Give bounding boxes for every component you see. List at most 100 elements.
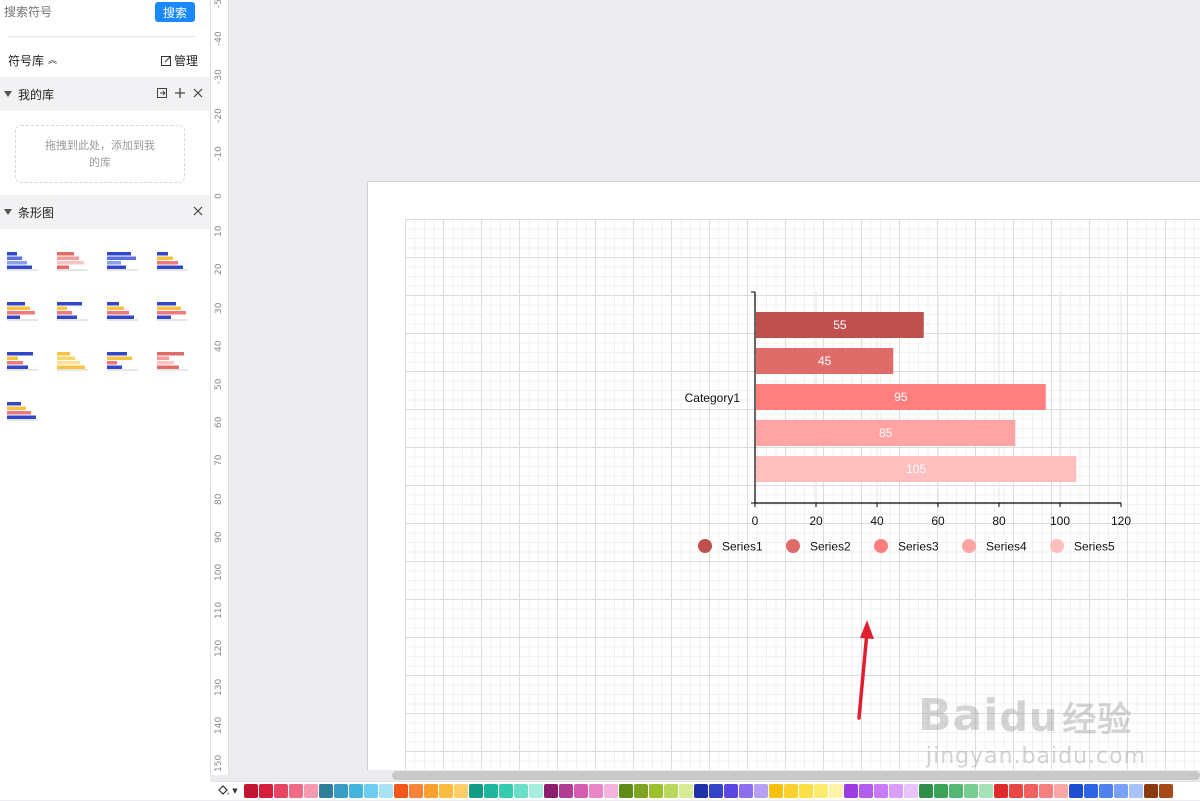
color-swatch[interactable]: [469, 784, 483, 798]
bar-chart-section-header[interactable]: 条形图: [0, 195, 210, 229]
color-swatch[interactable]: [829, 784, 843, 798]
color-swatch[interactable]: [424, 784, 438, 798]
color-swatch[interactable]: [724, 784, 738, 798]
color-swatch[interactable]: [259, 784, 273, 798]
color-swatch[interactable]: [844, 784, 858, 798]
color-swatch[interactable]: [754, 784, 768, 798]
caret-down-icon: [4, 91, 12, 97]
color-swatch[interactable]: [619, 784, 633, 798]
color-swatch[interactable]: [934, 784, 948, 798]
export-icon[interactable]: [156, 87, 168, 99]
bar-chart-stacked-icon[interactable]: [104, 350, 140, 372]
color-swatch[interactable]: [514, 784, 528, 798]
color-swatch[interactable]: [679, 784, 693, 798]
symbol-library-title: 符号库: [8, 54, 45, 68]
color-swatch[interactable]: [1054, 784, 1068, 798]
my-library-header[interactable]: 我的库: [0, 77, 210, 111]
ruler-tick: 20: [214, 263, 224, 276]
legend-marker: [786, 539, 800, 553]
color-swatch[interactable]: [499, 784, 513, 798]
chart-x-tick-label: 80: [992, 514, 1006, 528]
my-library-dropzone[interactable]: 拖拽到此处，添加到我的库: [15, 125, 185, 183]
color-swatch[interactable]: [769, 784, 783, 798]
color-swatch[interactable]: [1159, 784, 1173, 798]
color-swatch[interactable]: [1024, 784, 1038, 798]
color-swatch[interactable]: [1114, 784, 1128, 798]
symbol-library-toggle[interactable]: 符号库 ︽: [8, 52, 57, 69]
ruler-tick: 60: [214, 416, 224, 429]
color-swatch[interactable]: [439, 784, 453, 798]
bar-chart-stacked-icon[interactable]: [154, 300, 190, 322]
bar-chart-blue-icon[interactable]: [4, 250, 40, 272]
color-swatch[interactable]: [559, 784, 573, 798]
color-swatch[interactable]: [979, 784, 993, 798]
color-swatch[interactable]: [409, 784, 423, 798]
color-swatch[interactable]: [814, 784, 828, 798]
color-swatch[interactable]: [244, 784, 258, 798]
color-swatch[interactable]: [1009, 784, 1023, 798]
color-swatch[interactable]: [274, 784, 288, 798]
color-swatch[interactable]: [964, 784, 978, 798]
color-swatch[interactable]: [349, 784, 363, 798]
search-button[interactable]: 搜索: [155, 2, 195, 22]
ruler-tick: 50: [214, 378, 224, 390]
color-swatch[interactable]: [994, 784, 1008, 798]
ruler-tick: 40: [214, 340, 224, 352]
bar-chart-stacked-icon[interactable]: [4, 300, 40, 322]
color-swatch[interactable]: [1084, 784, 1098, 798]
color-swatch[interactable]: [799, 784, 813, 798]
color-swatch[interactable]: [319, 784, 333, 798]
color-swatch[interactable]: [304, 784, 318, 798]
ruler-tick: 120: [214, 640, 224, 658]
bar-chart-stacked-icon[interactable]: [4, 350, 40, 372]
color-swatch[interactable]: [544, 784, 558, 798]
bar-chart-stacked-icon[interactable]: [154, 250, 190, 272]
color-swatch[interactable]: [1144, 784, 1158, 798]
color-swatch[interactable]: [889, 784, 903, 798]
color-swatch[interactable]: [1129, 784, 1143, 798]
color-swatch[interactable]: [1069, 784, 1083, 798]
color-swatch[interactable]: [394, 784, 408, 798]
color-swatch[interactable]: [454, 784, 468, 798]
color-swatch[interactable]: [589, 784, 603, 798]
color-swatch[interactable]: [484, 784, 498, 798]
color-swatch[interactable]: [364, 784, 378, 798]
color-swatch[interactable]: [379, 784, 393, 798]
color-swatch[interactable]: [634, 784, 648, 798]
color-swatch[interactable]: [664, 784, 678, 798]
color-swatch[interactable]: [574, 784, 588, 798]
bar-chart-red-icon[interactable]: [154, 350, 190, 372]
bar-chart-stacked-icon[interactable]: [4, 400, 40, 422]
color-swatch[interactable]: [709, 784, 723, 798]
color-swatch[interactable]: [859, 784, 873, 798]
search-input[interactable]: [4, 2, 144, 22]
color-swatch[interactable]: [604, 784, 618, 798]
ruler-tick: 150: [214, 754, 224, 772]
color-swatch[interactable]: [784, 784, 798, 798]
fill-bucket-icon[interactable]: ▼: [210, 782, 244, 801]
close-icon[interactable]: [192, 205, 204, 217]
color-swatch[interactable]: [874, 784, 888, 798]
color-swatch[interactable]: [334, 784, 348, 798]
color-swatch[interactable]: [529, 784, 543, 798]
watermark-url: jingyan.baidu.com: [926, 744, 1147, 769]
bar-chart[interactable]: 55 45 95 85 105 Category1 0 20 40 60 80 100 120 Serie…: [230, 0, 1200, 770]
color-swatch[interactable]: [1099, 784, 1113, 798]
color-swatch[interactable]: [739, 784, 753, 798]
bar-chart-yellow-icon[interactable]: [54, 350, 90, 372]
bar-chart-blue-icon[interactable]: [104, 250, 140, 272]
add-icon[interactable]: [174, 87, 186, 99]
color-swatch[interactable]: [289, 784, 303, 798]
manage-button[interactable]: 管理: [160, 52, 198, 69]
color-swatch[interactable]: [649, 784, 663, 798]
bar-chart-stacked-icon[interactable]: [54, 300, 90, 322]
bar-chart-stacked-icon[interactable]: [104, 300, 140, 322]
color-swatch[interactable]: [1039, 784, 1053, 798]
color-swatch[interactable]: [949, 784, 963, 798]
color-swatch[interactable]: [919, 784, 933, 798]
color-swatch[interactable]: [694, 784, 708, 798]
color-swatch[interactable]: [904, 784, 918, 798]
close-icon[interactable]: [192, 87, 204, 99]
bar-chart-red-icon[interactable]: [54, 250, 90, 272]
canvas-area[interactable]: 55 45 95 85 105 Category1 0 20 40 60 80 100 120 Serie…: [230, 0, 1200, 770]
